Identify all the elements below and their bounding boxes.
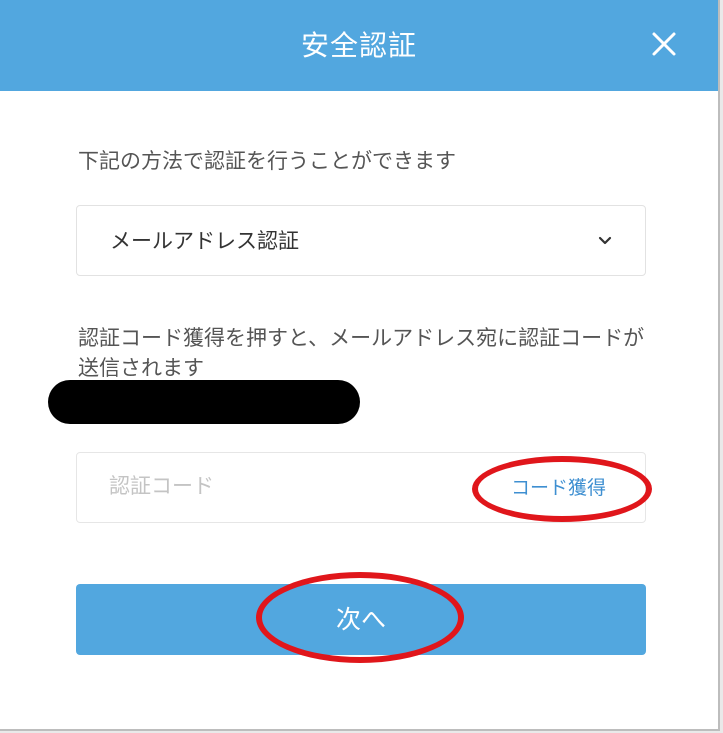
verification-code-input[interactable] <box>97 463 481 509</box>
redacted-block <box>48 380 360 424</box>
chevron-down-icon <box>598 236 612 245</box>
dialog-header: 安全認証 <box>0 0 718 91</box>
security-verification-dialog: 安全認証 下記の方法で認証を行うことができます メールアドレス認証 認証コード獲… <box>0 0 720 731</box>
verification-code-field: コード獲得 <box>76 452 646 523</box>
get-code-link[interactable]: コード獲得 <box>511 453 606 524</box>
dialog-title: 安全認証 <box>300 29 417 62</box>
selected-method: メールアドレス認証 <box>110 229 299 253</box>
verification-method-select[interactable]: メールアドレス認証 <box>76 205 646 276</box>
close-icon[interactable] <box>648 28 680 60</box>
verification-description: 下記の方法で認証を行うことができます <box>78 149 456 173</box>
code-send-info: 認証コード獲得を押すと、メールアドレス宛に認証コードが送信されます <box>78 326 645 380</box>
next-button[interactable]: 次へ <box>76 584 646 655</box>
